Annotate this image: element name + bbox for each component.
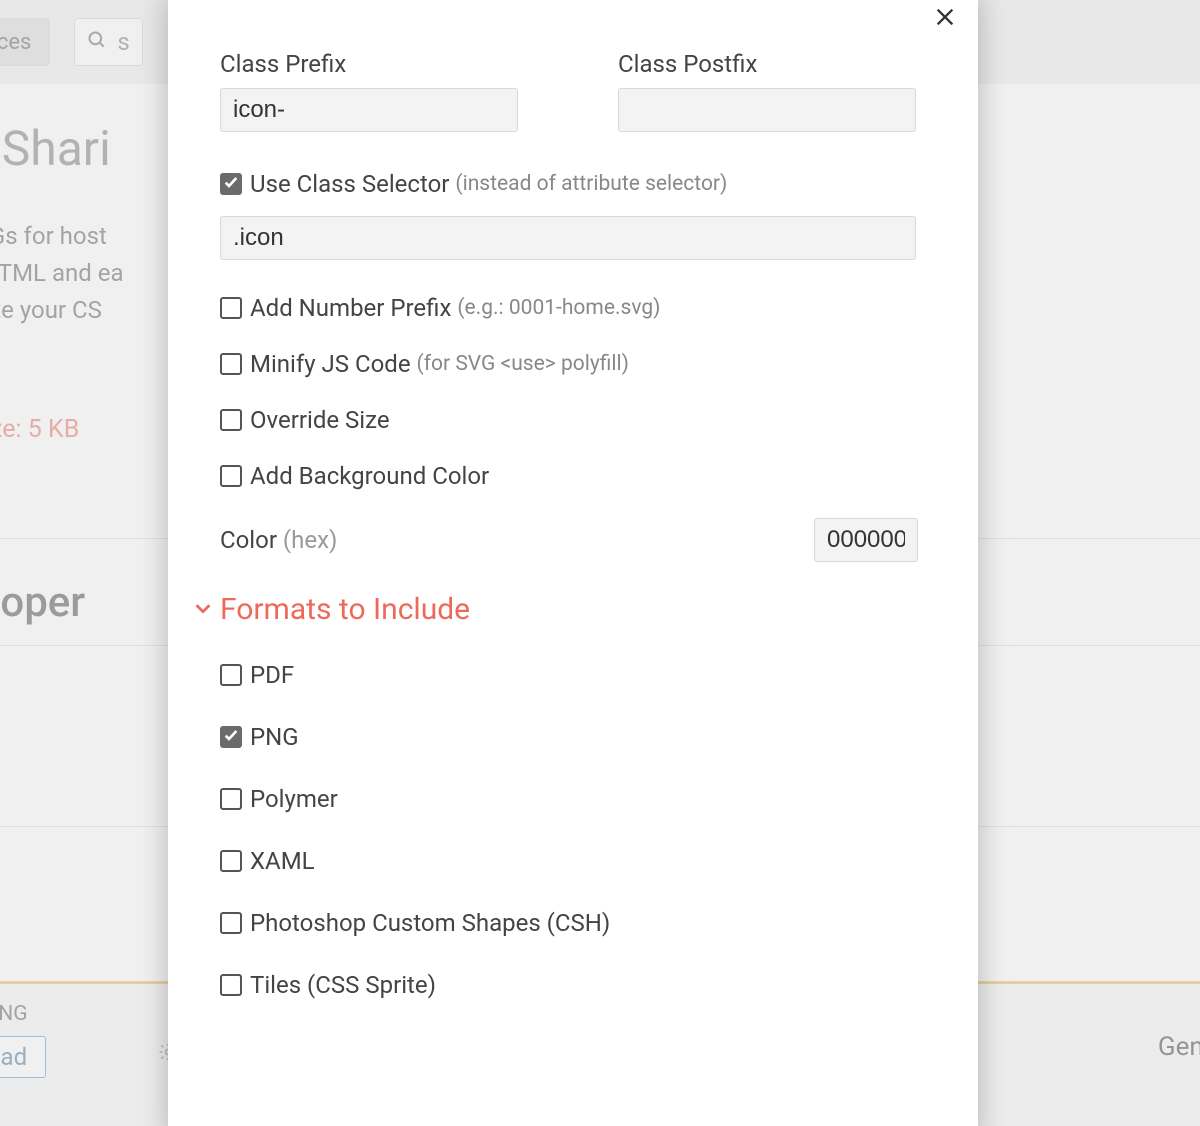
format-csh-label: Photoshop Custom Shapes (CSH) — [250, 909, 610, 937]
format-png-label: PNG — [250, 723, 299, 751]
format-xaml-checkbox[interactable] — [220, 850, 242, 872]
format-tiles-label: Tiles (CSS Sprite) — [250, 971, 436, 999]
format-polymer-label: Polymer — [250, 785, 338, 813]
minify-js-checkbox[interactable] — [220, 353, 242, 375]
check-icon — [223, 727, 239, 747]
minify-js-hint: (for SVG <use> polyfill) — [417, 352, 629, 376]
formats-section-title: Formats to Include — [220, 592, 470, 627]
override-size-label: Override Size — [250, 406, 390, 434]
class-prefix-input[interactable] — [220, 88, 518, 132]
color-hex-input[interactable] — [814, 518, 918, 562]
formats-list: PDF PNG Polymer XAML Photoshop Custom Sh… — [220, 661, 918, 999]
class-postfix-label: Class Postfix — [618, 50, 916, 78]
chevron-down-icon — [192, 597, 214, 623]
add-bg-color-checkbox[interactable] — [220, 465, 242, 487]
format-pdf-checkbox[interactable] — [220, 664, 242, 686]
check-icon — [223, 174, 239, 194]
use-class-selector-label: Use Class Selector — [250, 170, 449, 198]
color-hint: (hex) — [283, 526, 337, 554]
formats-section-toggle[interactable]: Formats to Include — [192, 592, 918, 627]
preferences-modal: Class Prefix Class Postfix Use Class Sel… — [168, 0, 978, 1126]
minify-js-label: Minify JS Code — [250, 350, 411, 378]
use-class-selector-hint: (instead of attribute selector) — [455, 172, 727, 196]
color-label: Color — [220, 526, 277, 554]
class-selector-input[interactable] — [220, 216, 916, 260]
add-number-prefix-label: Add Number Prefix — [250, 294, 451, 322]
add-number-prefix-checkbox[interactable] — [220, 297, 242, 319]
add-number-prefix-hint: (e.g.: 0001-home.svg) — [457, 296, 660, 320]
format-png-checkbox[interactable] — [220, 726, 242, 748]
format-csh-checkbox[interactable] — [220, 912, 242, 934]
override-size-checkbox[interactable] — [220, 409, 242, 431]
add-bg-color-label: Add Background Color — [250, 462, 489, 490]
format-polymer-checkbox[interactable] — [220, 788, 242, 810]
format-pdf-label: PDF — [250, 661, 294, 689]
format-xaml-label: XAML — [250, 847, 315, 875]
class-prefix-label: Class Prefix — [220, 50, 518, 78]
class-postfix-input[interactable] — [618, 88, 916, 132]
use-class-selector-checkbox[interactable] — [220, 173, 242, 195]
format-tiles-checkbox[interactable] — [220, 974, 242, 996]
